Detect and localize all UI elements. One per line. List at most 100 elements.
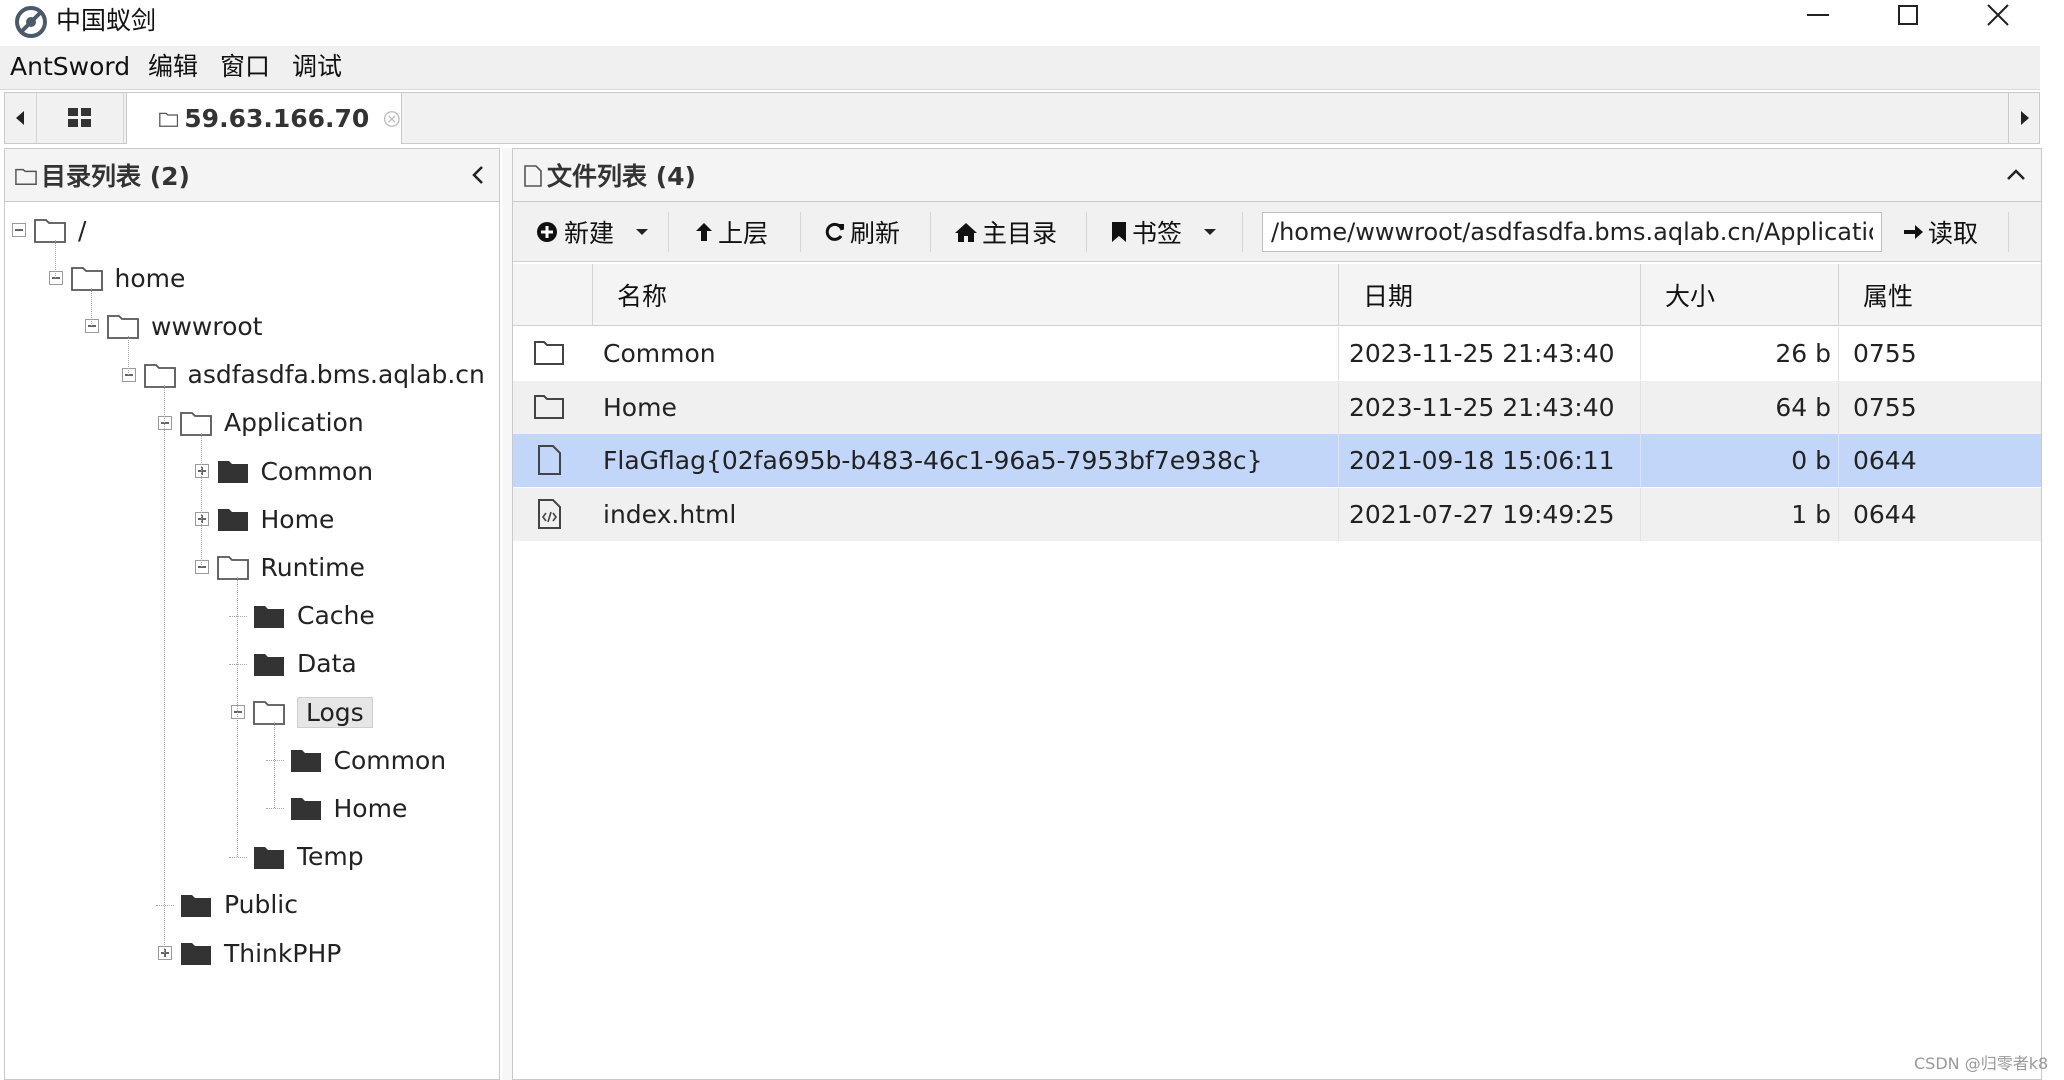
column-date-header[interactable]: 日期 [1338, 264, 1640, 326]
column-divider [1338, 327, 1339, 380]
tab-scroll-right-button[interactable] [2008, 92, 2040, 144]
tree-node-label: wwwroot [151, 311, 263, 341]
file-name-cell: FlaGflag{02fa695b-b483-46c1-96a5-7953bf7… [603, 446, 1263, 475]
column-attr-header[interactable]: 属性 [1838, 264, 2040, 326]
file-row[interactable]: index.html 2021-07-27 19:49:25 1 b 0644 [513, 487, 2041, 541]
column-divider [1838, 434, 1839, 487]
grid-icon [68, 108, 91, 127]
tree-node[interactable]: asdfasdfa.bms.aqlab.cn [143, 353, 485, 397]
new-button[interactable]: 新建 [536, 210, 650, 254]
tree-expand-toggle[interactable] [194, 512, 209, 527]
close-button[interactable] [1954, 0, 2042, 30]
file-size-cell: 0 b [1791, 446, 1831, 475]
panel-splitter[interactable] [502, 148, 512, 1080]
file-name-cell: Common [603, 339, 716, 368]
tree-node[interactable]: Application [180, 401, 364, 445]
tree-node[interactable]: Common [290, 738, 446, 782]
column-divider [1640, 380, 1641, 434]
tree-node[interactable]: Common [217, 449, 373, 493]
file-date-cell: 2021-07-27 19:49:25 [1349, 499, 1615, 529]
folder-outline-icon [216, 556, 249, 581]
file-list-panel-title: 文件列表 (4) [547, 162, 696, 191]
tree-node[interactable]: wwwroot [107, 304, 262, 348]
up-button-label: 上层 [718, 219, 769, 248]
up-button[interactable]: 上层 [694, 210, 768, 254]
path-input[interactable] [1262, 212, 1882, 252]
tree-node[interactable]: Home [290, 786, 407, 830]
file-date-cell: 2021-09-18 15:06:11 [1349, 446, 1615, 475]
tree-node[interactable]: Logs [253, 690, 373, 734]
maximize-icon [1898, 5, 1918, 25]
tree-node-label: asdfasdfa.bms.aqlab.cn [187, 360, 485, 390]
tree-node-label: Public [224, 890, 298, 920]
file-row[interactable]: Common 2023-11-25 21:43:40 26 b 0755 [513, 327, 2041, 380]
arrow-right-icon [1904, 225, 1923, 239]
tree-node[interactable]: Cache [253, 594, 375, 638]
file-row[interactable]: Home 2023-11-25 21:43:40 64 b 0755 [513, 380, 2041, 434]
toolbar-separator [668, 212, 669, 252]
collapse-left-panel-button[interactable] [464, 160, 492, 190]
bookmark-button[interactable]: 书签 [1110, 210, 1218, 254]
menu-edit[interactable]: 编辑 [148, 50, 198, 84]
home-icon [955, 223, 977, 242]
caret-down-icon [636, 229, 649, 235]
tree-node[interactable]: home [70, 256, 185, 300]
column-divider [1338, 487, 1339, 541]
tree-node[interactable]: Runtime [216, 545, 365, 589]
tree-expand-toggle[interactable] [158, 946, 172, 960]
file-row[interactable]: FlaGflag{02fa695b-b483-46c1-96a5-7953bf7… [513, 434, 2041, 487]
window-title: 中国蚁剑 [56, 6, 157, 35]
column-size-header[interactable]: 大小 [1640, 264, 1838, 326]
collapse-file-panel-button[interactable] [2002, 160, 2030, 190]
tab-scroll-left-button[interactable] [6, 92, 34, 144]
tree-guide-line [127, 336, 129, 375]
file-size-cell: 64 b [1775, 392, 1831, 422]
column-name-header[interactable]: 名称 [592, 264, 1338, 326]
tree-collapse-toggle[interactable] [121, 367, 136, 382]
refresh-button[interactable]: 刷新 [824, 210, 900, 254]
folder-filled-icon [290, 798, 321, 821]
tree-collapse-toggle[interactable] [12, 223, 26, 237]
file-attr-cell: 0755 [1853, 392, 1917, 422]
toolbar-separator [930, 212, 931, 252]
tree-connector [265, 760, 284, 762]
tree-expand-toggle[interactable] [194, 464, 209, 478]
folder-outline-icon [143, 363, 176, 388]
folder-filled-icon [290, 750, 321, 773]
maximize-button[interactable] [1864, 0, 1952, 30]
column-divider [1640, 487, 1641, 541]
tab-close-icon[interactable] [383, 108, 401, 130]
tab-host[interactable]: 59.63.166.70 [126, 93, 402, 144]
file-name-cell: index.html [603, 499, 737, 529]
tree-collapse-toggle[interactable] [231, 705, 245, 719]
home-dir-button[interactable]: 主目录 [954, 210, 1057, 254]
folder-filled-icon [181, 943, 211, 965]
minimize-button[interactable] [1774, 0, 1862, 30]
tree-guide-line [200, 432, 202, 568]
column-divider [1838, 487, 1839, 541]
read-button[interactable]: 读取 [1902, 210, 1978, 254]
file-date-cell: 2023-11-25 21:43:40 [1349, 339, 1615, 368]
tree-collapse-toggle[interactable] [194, 560, 209, 575]
menu-antsword[interactable]: AntSword [10, 50, 130, 84]
tree-node[interactable]: Data [253, 642, 357, 686]
tab-home[interactable] [36, 93, 124, 143]
tree-node-label: Application [224, 408, 364, 438]
tree-node[interactable]: / [34, 208, 86, 252]
folder-outline-icon [34, 219, 66, 243]
column-divider [1838, 380, 1839, 434]
tree-node-label: Logs [297, 696, 373, 728]
tree-node[interactable]: Temp [253, 835, 364, 879]
tree-node[interactable]: Home [217, 497, 334, 541]
tree-node[interactable]: Public [180, 883, 298, 927]
menu-window[interactable]: 窗口 [220, 50, 270, 84]
folder-filled-icon [217, 461, 248, 483]
tree-connector [156, 904, 174, 906]
tree-collapse-toggle[interactable] [48, 271, 63, 286]
tree-collapse-toggle[interactable] [85, 319, 99, 334]
menu-debug[interactable]: 调试 [292, 50, 342, 84]
tree-node[interactable]: ThinkPHP [180, 931, 341, 975]
tree-collapse-toggle[interactable] [158, 415, 172, 430]
folder-outline-icon [253, 701, 285, 725]
caret-left-icon [16, 111, 24, 125]
